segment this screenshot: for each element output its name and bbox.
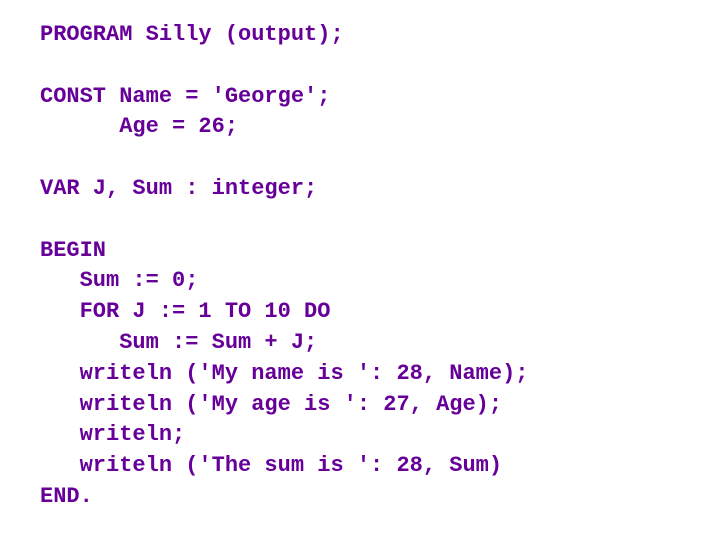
code-line: CONST Name = 'George';	[40, 84, 330, 109]
code-line: Sum := 0;	[40, 268, 198, 293]
code-line: writeln ('My age is ': 27, Age);	[40, 392, 502, 417]
pascal-code-block: PROGRAM Silly (output); CONST Name = 'Ge…	[0, 0, 720, 513]
code-line: writeln ('My name is ': 28, Name);	[40, 361, 528, 386]
code-line: Age = 26;	[40, 114, 238, 139]
code-line: writeln;	[40, 422, 185, 447]
code-line: END.	[40, 484, 93, 509]
code-line: VAR J, Sum : integer;	[40, 176, 317, 201]
code-line: BEGIN	[40, 238, 106, 263]
code-line: Sum := Sum + J;	[40, 330, 317, 355]
code-line: PROGRAM Silly (output);	[40, 22, 344, 47]
code-line: writeln ('The sum is ': 28, Sum)	[40, 453, 502, 478]
code-line: FOR J := 1 TO 10 DO	[40, 299, 330, 324]
